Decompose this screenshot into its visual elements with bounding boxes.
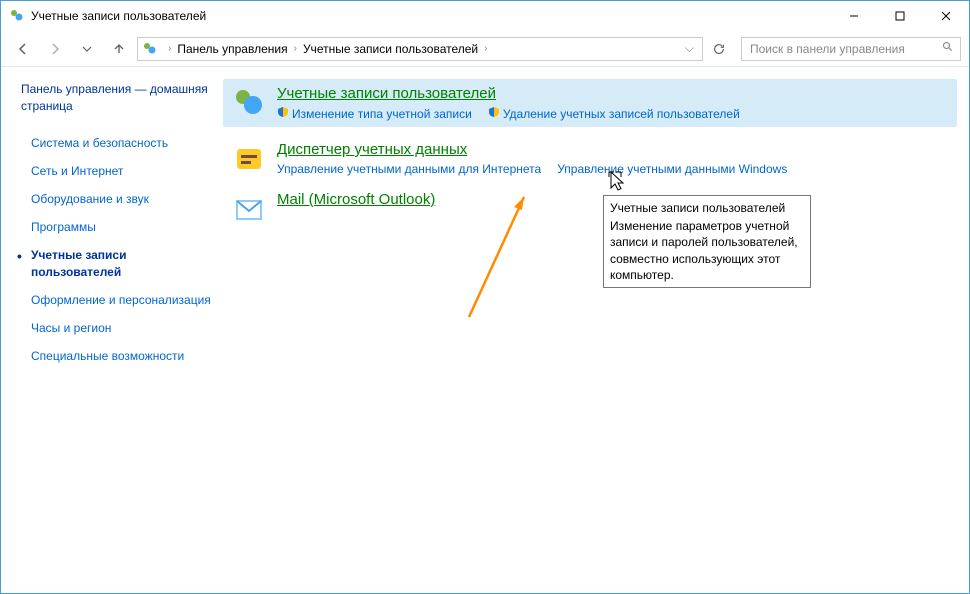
search-icon[interactable] [942,41,954,56]
shield-icon [277,106,289,121]
category-link[interactable]: Управление учетными данными Windows [557,162,787,176]
search-input[interactable] [748,40,942,58]
up-button[interactable] [105,35,133,63]
category-links: Изменение типа учетной записи Удаление уч… [277,106,949,121]
tooltip: Учетные записи пользователей Изменение п… [603,195,811,288]
category-row: Mail (Microsoft Outlook) [231,191,949,227]
chevron-right-icon[interactable]: › [162,43,177,54]
navigation-bar: › Панель управления › Учетные записи пол… [1,31,969,67]
breadcrumb-icon [142,41,158,57]
refresh-button[interactable] [707,37,731,61]
category-link[interactable]: Удаление учетных записей пользователей [488,106,740,121]
sidebar-item[interactable]: Программы [21,213,211,241]
category-icon [231,85,267,121]
maximize-button[interactable] [877,1,923,31]
search-box[interactable] [741,37,961,61]
minimize-button[interactable] [831,1,877,31]
breadcrumb-dropdown[interactable]: ⌵ [681,41,698,56]
link-label: Удаление учетных записей пользователей [503,107,740,121]
main-panel: Учетные записи пользователей Изменение ти… [211,67,969,593]
control-panel-window: Учетные записи пользователей › Панель уп… [0,0,970,594]
chevron-right-icon[interactable]: › [478,43,493,54]
category-icon [231,191,267,227]
close-button[interactable] [923,1,969,31]
cursor-icon [607,170,627,194]
breadcrumb[interactable]: › Панель управления › Учетные записи пол… [137,37,703,61]
link-label: Изменение типа учетной записи [292,107,472,121]
category-row: Учетные записи пользователей Изменение ти… [223,79,957,127]
category-icon [231,141,267,177]
sidebar-item[interactable]: Оформление и персонализация [21,286,211,314]
content-area: Панель управления — домашняя страница Си… [1,67,969,593]
sidebar-item[interactable]: Часы и регион [21,314,211,342]
chevron-right-icon[interactable]: › [288,43,303,54]
shield-icon [488,106,500,121]
tooltip-title: Учетные записи пользователей [610,200,804,216]
recent-dropdown[interactable] [73,35,101,63]
sidebar-home-link[interactable]: Панель управления — домашняя страница [21,81,211,115]
sidebar-item[interactable]: Система и безопасность [21,129,211,157]
sidebar-nav: Система и безопасностьСеть и ИнтернетОбо… [21,129,211,371]
crumb-root[interactable]: Панель управления [177,42,287,56]
sidebar-item[interactable]: Учетные записи пользователей [21,241,211,285]
category-link[interactable]: Изменение типа учетной записи [277,106,472,121]
sidebar-item[interactable]: Специальные возможности [21,342,211,370]
category-title-link[interactable]: Диспетчер учетных данных [277,141,467,158]
sidebar-item[interactable]: Оборудование и звук [21,185,211,213]
category-title-link[interactable]: Mail (Microsoft Outlook) [277,191,435,208]
app-icon [9,8,25,24]
category-body: Учетные записи пользователей Изменение ти… [277,85,949,121]
back-button[interactable] [9,35,37,63]
sidebar: Панель управления — домашняя страница Си… [1,67,211,593]
forward-button[interactable] [41,35,69,63]
category-title-link[interactable]: Учетные записи пользователей [277,85,496,102]
tooltip-body: Изменение параметров учетной записи и па… [610,218,804,283]
category-link[interactable]: Управление учетными данными для Интернет… [277,162,541,176]
sidebar-item[interactable]: Сеть и Интернет [21,157,211,185]
category-row: Диспетчер учетных данных Управление учетн… [231,141,949,177]
link-label: Управление учетными данными для Интернет… [277,162,541,176]
titlebar: Учетные записи пользователей [1,1,969,31]
crumb-current[interactable]: Учетные записи пользователей [303,42,478,56]
window-title: Учетные записи пользователей [31,9,831,23]
link-label: Управление учетными данными Windows [557,162,787,176]
